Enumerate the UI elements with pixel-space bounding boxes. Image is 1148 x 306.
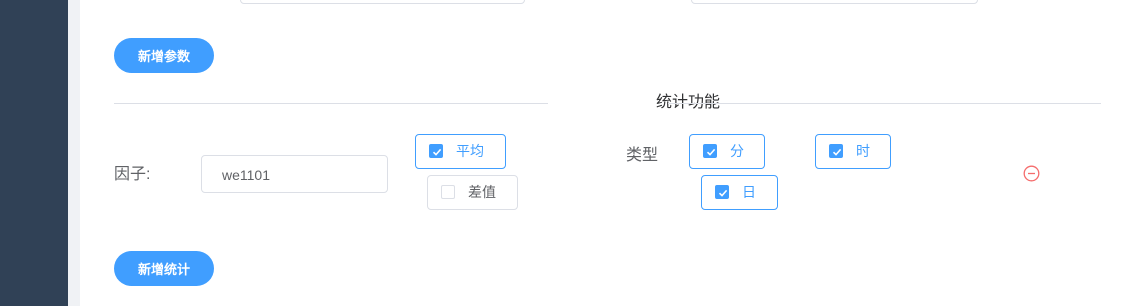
checkbox-difference-label: 差值	[468, 184, 496, 200]
check-icon	[715, 185, 729, 199]
checkbox-minute-label: 分	[730, 143, 744, 159]
check-icon	[829, 144, 843, 158]
divider-right	[668, 103, 1101, 104]
checkbox-day[interactable]: 日	[701, 175, 778, 210]
type-label: 类型	[626, 147, 659, 164]
checkbox-day-label: 日	[742, 184, 756, 200]
checkbox-difference[interactable]: 差值	[427, 175, 518, 210]
factor-label: 因子:	[114, 166, 151, 183]
param-select-partial[interactable]	[691, 0, 978, 4]
check-icon	[703, 144, 717, 158]
checkbox-hour[interactable]: 时	[815, 134, 891, 169]
checkbox-minute[interactable]: 分	[689, 134, 765, 169]
minus-circle-icon[interactable]	[1023, 165, 1040, 182]
checkbox-average-label: 平均	[456, 143, 484, 159]
sidebar	[0, 0, 68, 306]
checkbox-empty-icon	[441, 185, 455, 199]
form-card: 新增参数 统计功能 因子: we1101 平均 差值 类型 分 时 日 新增统计	[80, 0, 1148, 306]
add-statistics-button[interactable]: 新增统计	[114, 251, 214, 286]
add-param-button[interactable]: 新增参数	[114, 38, 214, 73]
check-icon	[429, 144, 443, 158]
checkbox-hour-label: 时	[856, 143, 870, 159]
param-input-partial[interactable]	[240, 0, 525, 4]
factor-input[interactable]: we1101	[201, 155, 388, 193]
checkbox-average[interactable]: 平均	[415, 134, 506, 169]
divider-left	[114, 103, 548, 104]
